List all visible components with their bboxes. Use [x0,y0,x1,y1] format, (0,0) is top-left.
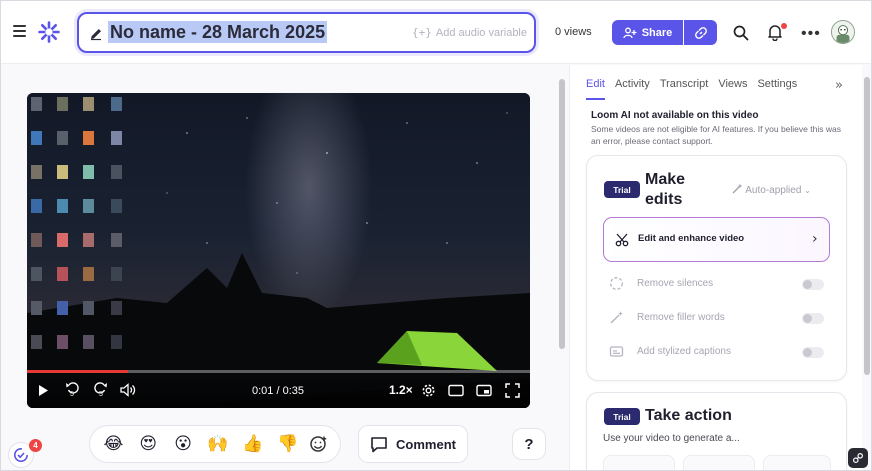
search-icon[interactable] [732,24,750,42]
video-progress-bar[interactable] [27,370,530,373]
tab-edit[interactable]: Edit [586,78,605,100]
reaction-laugh[interactable]: 😂 [100,434,126,454]
progress-check-icon [14,448,28,462]
reaction-surprised[interactable]: 😮 [170,434,196,454]
picture-in-picture-icon[interactable] [476,384,492,397]
link-icon [694,26,707,39]
loom-logo-icon[interactable] [38,21,60,43]
fullscreen-icon[interactable] [505,383,520,398]
silence-icon [610,277,623,290]
reaction-heart-eyes[interactable]: 😍 [135,434,161,454]
more-options-icon[interactable]: ••• [801,25,821,43]
feature-remove-filler-words: Remove filler words [609,309,829,329]
onboarding-badge: 4 [29,439,42,452]
play-icon[interactable] [37,384,49,397]
side-panel-scrollbar-thumb[interactable] [864,77,870,375]
variable-icon: {+} [412,26,432,39]
collapse-panel-icon[interactable]: » [835,78,843,93]
people-icon [623,27,637,38]
add-reaction-icon[interactable] [309,434,329,454]
scissors-icon [615,233,629,247]
reaction-bar: 😂 😍 😮 🙌 👍 👎 [89,425,341,463]
feature-add-stylized-captions: Add stylized captions [609,343,829,363]
chevron-down-icon: ⌄ [804,186,811,195]
ai-unavailable-title: Loom AI not available on this video [591,110,759,121]
main-scrollbar-thumb[interactable] [559,79,565,349]
make-edits-card: Trial Make edits Auto-applied ⌄ Edit and… [586,155,847,381]
menu-icon[interactable] [13,25,27,39]
side-panel-scrollbar[interactable] [863,71,871,466]
auto-applied-dropdown[interactable]: Auto-applied ⌄ [732,183,811,196]
tab-views[interactable]: Views [718,78,747,100]
side-panel-tabs: Edit Activity Transcript Views Settings [586,78,807,100]
link-icon [852,452,864,464]
skip-forward-button[interactable]: 5 [92,381,108,399]
blurred-overlay [27,93,127,398]
pencil-icon [91,29,101,41]
volume-icon[interactable] [120,383,136,397]
add-audio-variable-button[interactable]: {+} Add audio variable [412,26,527,39]
app-window: No name - 28 March 2025 {+} Add audio var… [0,0,872,471]
video-title-field[interactable]: No name - 28 March 2025 {+} Add audio var… [77,12,536,53]
reaction-thumbs-down[interactable]: 👎 [275,434,301,454]
sparkle-wand-icon [732,183,743,194]
tab-transcript[interactable]: Transcript [660,78,709,100]
video-title-text[interactable]: No name - 28 March 2025 [108,21,328,43]
action-option[interactable] [763,455,831,470]
add-stylized-captions-toggle[interactable] [802,347,824,358]
playback-speed-button[interactable]: 1.2× [389,383,413,397]
help-button[interactable]: ? [512,428,546,460]
top-header: No name - 28 March 2025 {+} Add audio var… [1,1,871,64]
remove-filler-words-toggle[interactable] [802,313,824,324]
user-avatar[interactable] [831,20,855,44]
comment-button[interactable]: Comment [358,425,468,463]
make-edits-title: Make edits [645,171,686,208]
copy-link-button[interactable] [684,20,717,45]
action-option[interactable] [683,455,755,470]
video-progress-fill [27,370,128,373]
tab-activity[interactable]: Activity [615,78,650,100]
remove-silences-toggle[interactable] [802,279,824,290]
reaction-raised-hands[interactable]: 🙌 [205,434,231,454]
reaction-thumbs-up[interactable]: 👍 [240,434,266,454]
take-action-card: Trial Take action Use your video to gene… [586,392,847,470]
chevron-right-icon: › [812,231,818,247]
settings-gear-icon[interactable] [421,383,436,398]
ai-unavailable-description: Some videos are not eligible for AI feat… [591,124,841,146]
comment-bubble-icon [371,436,387,452]
take-action-title: Take action [645,407,732,424]
theater-mode-icon[interactable] [448,384,464,397]
tab-settings[interactable]: Settings [757,78,797,100]
notification-dot [781,23,787,29]
side-panel: Edit Activity Transcript Views Settings … [569,65,862,470]
extension-icon[interactable] [848,448,868,468]
views-count[interactable]: 0 views [555,26,592,38]
feature-remove-silences: Remove silences [609,275,829,295]
trial-badge: Trial [604,408,640,425]
video-time: 0:01 / 0:35 [252,385,304,397]
magic-wand-icon [610,311,623,324]
video-player[interactable]: 5 5 0:01 / 0:35 1.2× [27,93,530,408]
trial-badge: Trial [604,181,640,198]
edit-and-enhance-button[interactable]: Edit and enhance video › [603,217,830,262]
main-scrollbar[interactable] [558,71,566,466]
captions-icon [609,346,624,357]
share-button[interactable]: Share [612,20,683,45]
skip-back-button[interactable]: 5 [65,381,81,399]
action-option[interactable] [603,455,675,470]
take-action-description: Use your video to generate a... [603,433,740,444]
